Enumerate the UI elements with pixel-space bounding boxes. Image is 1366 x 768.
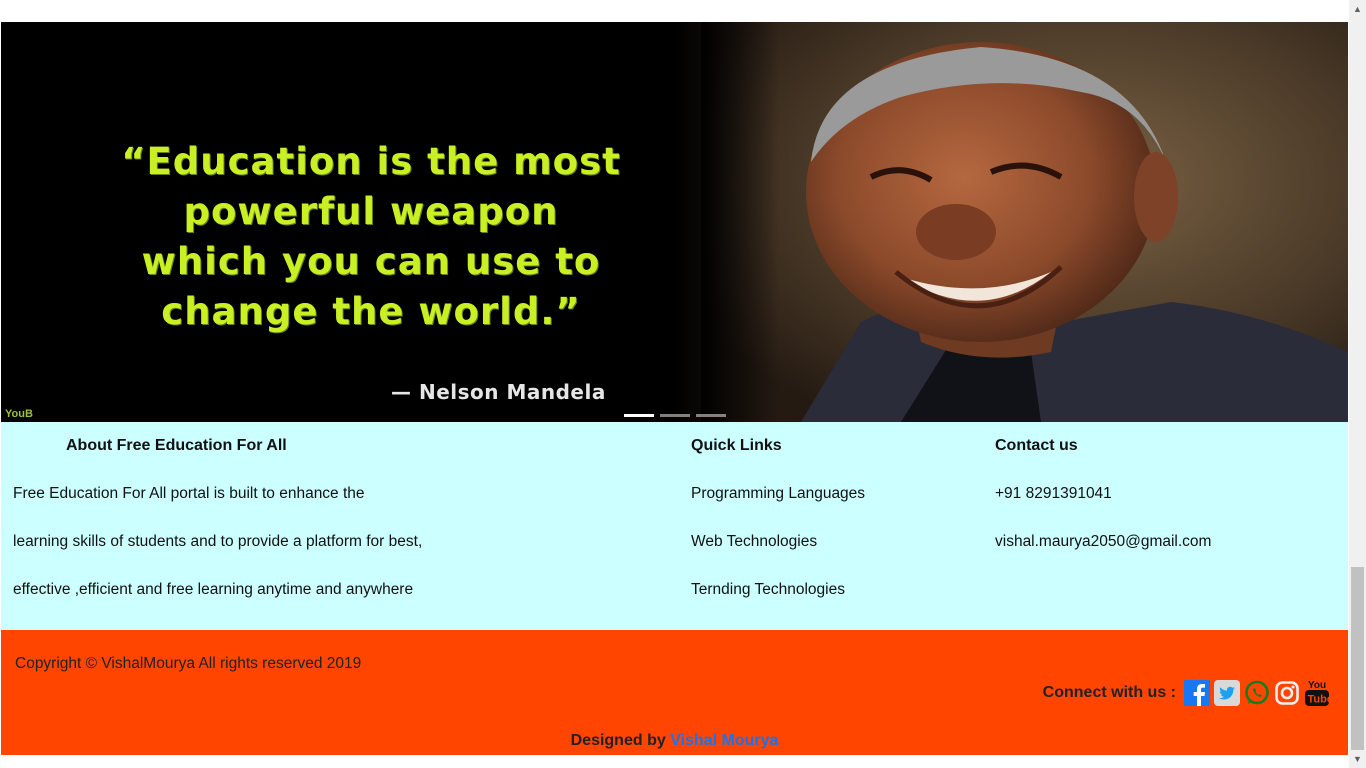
vertical-scrollbar[interactable]: ▲ ▼ bbox=[1349, 0, 1366, 768]
link-trending-technologies[interactable]: Ternding Technologies bbox=[691, 581, 845, 599]
page: “Education is the most powerful weapon w… bbox=[0, 0, 1349, 768]
about-heading: About Free Education For All bbox=[66, 437, 287, 454]
youtube-icon[interactable]: You Tube bbox=[1304, 680, 1330, 706]
designer-link[interactable]: Vishal Mourya bbox=[670, 732, 778, 749]
social-links: Connect with us : You Tube bbox=[1043, 680, 1330, 706]
quote-author: — Nelson Mandela bbox=[391, 380, 606, 404]
designed-by-label: Designed by bbox=[570, 732, 666, 749]
carousel-indicator-1[interactable] bbox=[624, 414, 654, 417]
carousel-indicator-3[interactable] bbox=[696, 414, 726, 417]
instagram-icon[interactable] bbox=[1274, 680, 1300, 706]
copyright-text: Copyright © VishalMourya All rights rese… bbox=[15, 655, 362, 672]
scroll-up-arrow-icon[interactable]: ▲ bbox=[1353, 4, 1362, 14]
quote-line: which you can use to bbox=[141, 240, 601, 283]
quote-line: powerful weapon bbox=[183, 190, 559, 233]
carousel-indicator-2[interactable] bbox=[660, 414, 690, 417]
quote-line: “Education is the most bbox=[121, 140, 621, 183]
whatsapp-icon[interactable] bbox=[1244, 680, 1270, 706]
hero-carousel[interactable]: “Education is the most powerful weapon w… bbox=[1, 22, 1348, 422]
svg-text:Tube: Tube bbox=[1308, 694, 1331, 706]
image-watermark: YouB bbox=[5, 408, 33, 420]
nelson-mandela-portrait bbox=[701, 22, 1348, 422]
contact-email: vishal.maurya2050@gmail.com bbox=[995, 533, 1212, 550]
link-web-technologies[interactable]: Web Technologies bbox=[691, 533, 817, 551]
info-section: About Free Education For All Free Educat… bbox=[1, 422, 1348, 630]
contact-heading: Contact us bbox=[995, 437, 1078, 454]
contact-phone: +91 8291391041 bbox=[995, 485, 1112, 502]
about-text-line: learning skills of students and to provi… bbox=[13, 533, 423, 550]
quick-links-heading: Quick Links bbox=[691, 437, 782, 454]
about-text-line: effective ,efficient and free learning a… bbox=[13, 581, 414, 598]
connect-label: Connect with us : bbox=[1042, 684, 1176, 701]
scrollbar-thumb[interactable] bbox=[1351, 567, 1364, 750]
scroll-down-arrow-icon[interactable]: ▼ bbox=[1353, 754, 1362, 764]
svg-text:You: You bbox=[1308, 680, 1326, 691]
link-programming-languages[interactable]: Programming Languages bbox=[691, 485, 865, 503]
carousel-indicators bbox=[624, 414, 726, 417]
facebook-icon[interactable] bbox=[1184, 680, 1210, 706]
about-text-line: Free Education For All portal is built t… bbox=[13, 485, 365, 502]
quote-line: change the world.” bbox=[161, 290, 581, 333]
footer: Copyright © VishalMourya All rights rese… bbox=[1, 630, 1348, 755]
quote-text: “Education is the most powerful weapon w… bbox=[41, 137, 701, 337]
designed-by: Designed by Vishal Mourya bbox=[1, 732, 1348, 750]
twitter-icon[interactable] bbox=[1214, 680, 1240, 706]
